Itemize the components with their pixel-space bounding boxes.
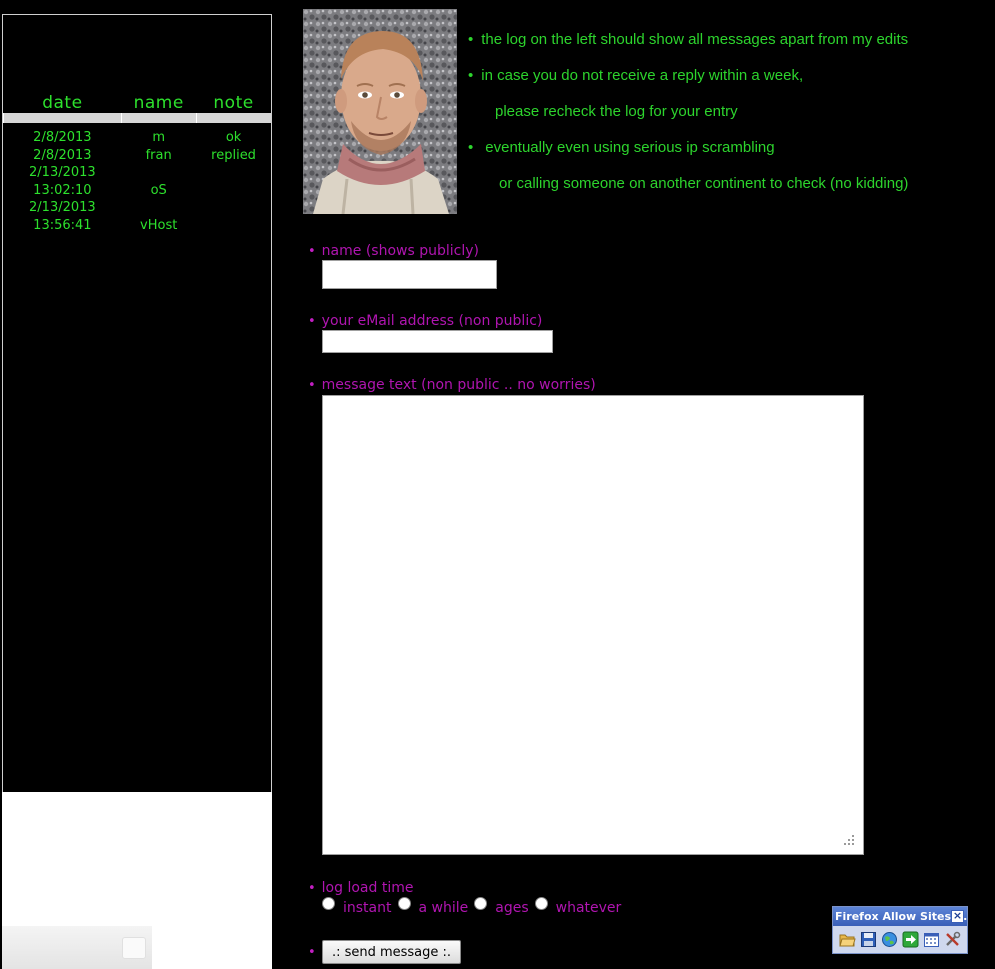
bullet-icon: • bbox=[308, 881, 316, 896]
name-label-text: name (shows publicly) bbox=[321, 243, 479, 259]
bullet-icon: • bbox=[468, 139, 474, 156]
bullet-icon: • bbox=[468, 31, 474, 48]
info-text: or calling someone on another continent … bbox=[499, 175, 909, 192]
radio-instant[interactable] bbox=[322, 897, 335, 910]
save-disk-icon[interactable] bbox=[860, 931, 877, 948]
log-name: oS bbox=[150, 182, 167, 198]
send-message-button[interactable]: .: send message :. bbox=[322, 940, 461, 964]
log-note: replied bbox=[211, 147, 256, 163]
log-header-date: date bbox=[42, 93, 83, 113]
widget-close-icon[interactable]: × bbox=[951, 910, 964, 923]
mini-toolbar-button[interactable] bbox=[122, 937, 146, 959]
tools-icon[interactable] bbox=[944, 931, 961, 948]
table-row: 2/13/2013 13:56:41 vHost bbox=[4, 199, 272, 234]
log-panel-blank-area bbox=[2, 792, 272, 969]
send-bullet: • bbox=[308, 944, 322, 960]
table-row: 2/13/2013 13:02:10 oS bbox=[4, 164, 272, 199]
radio-label-instant: instant bbox=[343, 899, 392, 916]
profile-photo bbox=[303, 9, 457, 215]
email-field-label: • your eMail address (non public) bbox=[308, 313, 542, 329]
log-note: ok bbox=[225, 130, 242, 145]
log-date-day: 2/13/2013 bbox=[29, 165, 96, 180]
message-label-text: message text (non public .. no worries) bbox=[321, 377, 596, 393]
resize-grip-icon[interactable] bbox=[843, 834, 855, 846]
info-text: please recheck the log for your entry bbox=[495, 103, 738, 120]
load-time-label-text: log load time bbox=[321, 880, 414, 896]
go-arrow-icon[interactable] bbox=[902, 931, 919, 948]
radio-whatever[interactable] bbox=[534, 897, 548, 910]
message-log-panel: date name note 2/8/2013 m ok 2/8/2013 fr… bbox=[2, 14, 272, 792]
message-textarea[interactable] bbox=[322, 395, 864, 855]
log-date: 2/8/2013 bbox=[33, 130, 92, 145]
log-header-name: name bbox=[133, 93, 184, 113]
radio-label-a-while: a while bbox=[418, 899, 469, 916]
calendar-icon[interactable] bbox=[923, 931, 940, 948]
table-row: 2/8/2013 m ok bbox=[4, 129, 272, 147]
log-header-separator bbox=[3, 113, 271, 123]
bullet-icon: • bbox=[468, 67, 474, 84]
log-note bbox=[196, 199, 271, 234]
firefox-allow-sites-widget: Firefox Allow Sites ... × bbox=[832, 906, 968, 954]
info-text: in case you do not receive a reply withi… bbox=[481, 67, 804, 84]
email-label-text: your eMail address (non public) bbox=[321, 313, 543, 329]
info-text: eventually even using serious ip scrambl… bbox=[485, 139, 775, 156]
portrait-image bbox=[303, 9, 457, 215]
radio-label-ages: ages bbox=[495, 899, 529, 916]
log-note bbox=[196, 164, 271, 199]
info-item-reply-week: • in case you do not receive a reply with… bbox=[468, 67, 803, 84]
widget-title: Firefox Allow Sites ... bbox=[833, 907, 967, 926]
info-item-ip-scrambling: • eventually even using serious ip scramb… bbox=[468, 139, 775, 156]
info-item-call-someone: or calling someone on another continent … bbox=[499, 175, 908, 192]
info-item-log-edits: • the log on the left should show all mes… bbox=[468, 31, 908, 48]
bullet-icon: • bbox=[308, 378, 316, 393]
load-time-label: • log load time bbox=[308, 880, 413, 896]
name-input[interactable] bbox=[322, 260, 497, 289]
log-name: vHost bbox=[140, 217, 178, 233]
log-date-time: 13:02:10 bbox=[33, 182, 92, 198]
log-name: fran bbox=[145, 147, 172, 163]
log-date-time: 13:56:41 bbox=[33, 217, 92, 233]
bullet-icon: • bbox=[308, 945, 316, 960]
table-row: 2/8/2013 fran replied bbox=[4, 147, 272, 165]
message-log-table: date name note 2/8/2013 m ok 2/8/2013 fr… bbox=[3, 91, 271, 234]
load-time-options: instant a while ages whatever bbox=[322, 897, 627, 916]
folder-open-icon[interactable] bbox=[839, 931, 856, 948]
radio-label-whatever: whatever bbox=[555, 899, 622, 916]
log-name: m bbox=[152, 130, 166, 145]
info-text: the log on the left should show all mess… bbox=[481, 31, 909, 48]
radio-ages[interactable] bbox=[474, 897, 488, 910]
log-date: 2/8/2013 bbox=[33, 147, 92, 163]
bullet-icon: • bbox=[308, 244, 316, 259]
mini-toolbar bbox=[2, 926, 152, 969]
name-field-label: • name (shows publicly) bbox=[308, 243, 479, 259]
message-field-label: • message text (non public .. no worries) bbox=[308, 377, 596, 393]
log-date: 2/13/2013 13:56:41 bbox=[4, 199, 122, 234]
log-date-day: 2/13/2013 bbox=[29, 200, 96, 215]
info-item-recheck-log: please recheck the log for your entry bbox=[495, 103, 738, 120]
email-input[interactable] bbox=[322, 330, 553, 353]
globe-icon[interactable] bbox=[881, 931, 898, 948]
bullet-icon: • bbox=[308, 314, 316, 329]
radio-a-while[interactable] bbox=[397, 897, 411, 910]
log-header-note: note bbox=[213, 93, 254, 113]
log-date: 2/13/2013 13:02:10 bbox=[4, 164, 122, 199]
